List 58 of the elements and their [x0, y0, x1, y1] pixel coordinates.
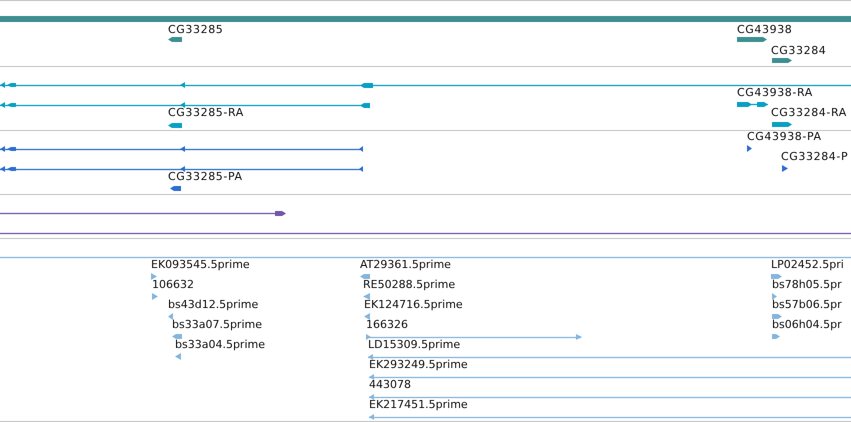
est-glyph[interactable]: [369, 374, 851, 380]
feature-label: CG33284: [771, 44, 826, 57]
feature-label: bs43d12.5prime: [168, 298, 258, 311]
feature-label: 166326: [366, 318, 408, 331]
feature-label: CG43938: [737, 23, 792, 36]
est-glyph[interactable]: [172, 334, 182, 339]
feature-label: CG33285: [168, 23, 224, 36]
transcript-glyph[interactable]: [0, 102, 370, 108]
est-glyph[interactable]: [772, 334, 780, 339]
protein-glyph[interactable]: [747, 145, 752, 152]
est-glyph[interactable]: [772, 293, 777, 300]
feature-label: CG33284-RA: [771, 106, 847, 119]
est-glyph[interactable]: [363, 293, 370, 300]
feature-label: CG43938-PA: [747, 131, 822, 143]
transcript-glyph[interactable]: [168, 123, 182, 128]
est-glyph[interactable]: [366, 334, 582, 340]
gene-glyph[interactable]: [168, 37, 182, 42]
feature-label: bs33a07.5prime: [172, 318, 262, 331]
feature-label: CG33284-P: [781, 150, 848, 163]
feature-label: bs06h04.5pr: [772, 318, 842, 331]
transcript-glyph[interactable]: [0, 82, 851, 88]
feature-label: CG43938-RA: [737, 86, 813, 99]
feature-label: 443078: [369, 378, 411, 391]
protein-glyph[interactable]: [0, 146, 363, 152]
feature-label: RE50288.5prime: [363, 278, 456, 291]
est-glyph[interactable]: [175, 353, 181, 360]
est-glyph[interactable]: [168, 313, 173, 320]
feature-label: EK217451.5prime: [369, 398, 468, 411]
gene-glyph[interactable]: [772, 58, 792, 63]
protein-glyph[interactable]: [170, 186, 181, 191]
est-glyph[interactable]: [771, 274, 782, 279]
protein-glyph[interactable]: [782, 165, 788, 172]
feature-label: EK093545.5prime: [151, 258, 250, 271]
feature-label: AT29361.5prime: [360, 258, 451, 271]
feature-label: CG33285-PA: [168, 170, 243, 183]
est-glyph[interactable]: [151, 273, 157, 280]
est-glyph[interactable]: [772, 314, 782, 319]
est-glyph[interactable]: [368, 354, 851, 360]
feature-label: bs78h05.5pr: [772, 278, 842, 291]
feature-label: EK293249.5prime: [369, 358, 468, 371]
feature-label: CG33285-RA: [168, 106, 244, 119]
track-bar[interactable]: [0, 16, 851, 22]
transcript-glyph[interactable]: [772, 122, 792, 127]
feature-label: LD15309.5prime: [368, 338, 460, 351]
feature-label: EK124716.5prime: [364, 298, 463, 311]
est-glyph[interactable]: [360, 274, 370, 279]
est-glyph[interactable]: [152, 293, 158, 300]
feature-label: 106632: [152, 278, 194, 291]
est-glyph[interactable]: [364, 313, 370, 320]
feature-label: bs33a04.5prime: [175, 338, 265, 351]
transcript-glyph[interactable]: [737, 102, 768, 107]
protein-glyph[interactable]: [0, 166, 363, 172]
est-glyph[interactable]: [369, 394, 851, 400]
gene-glyph[interactable]: [737, 37, 767, 42]
feature-label: bs57b06.5pr: [772, 298, 842, 311]
est-glyph[interactable]: [369, 414, 851, 420]
ncrna-glyph[interactable]: [0, 211, 286, 216]
feature-label: LP02452.5pri: [771, 258, 844, 271]
